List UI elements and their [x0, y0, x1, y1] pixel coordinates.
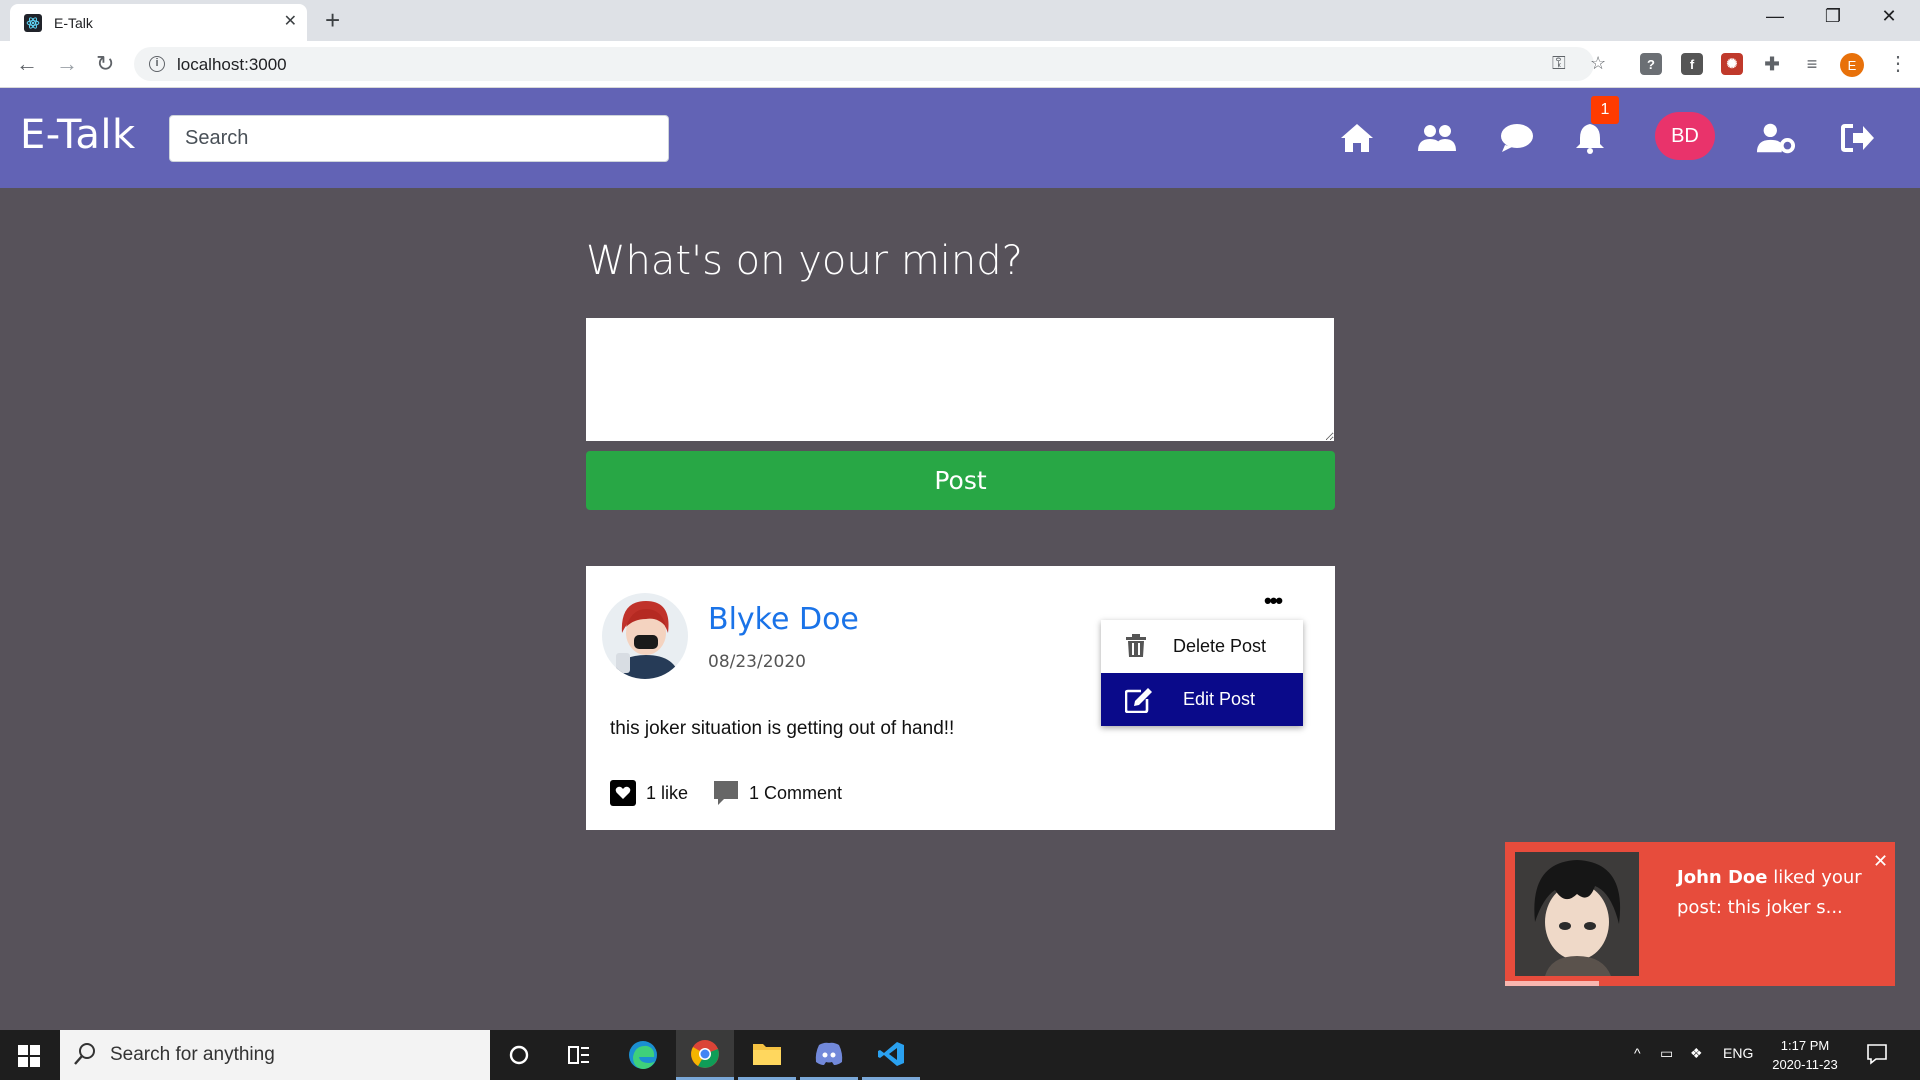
home-icon[interactable]	[1337, 118, 1377, 158]
comment-count[interactable]: 1 Comment	[749, 783, 842, 804]
heart-icon[interactable]	[610, 780, 636, 806]
toast-close-icon[interactable]: ✕	[1873, 851, 1888, 872]
toast-actor: John Doe	[1677, 867, 1768, 888]
like-notification-toast[interactable]: John Doe liked your post: this joker s..…	[1505, 842, 1895, 986]
composer-heading: What's on your mind?	[586, 238, 1023, 284]
taskbar-search-text: Search for anything	[110, 1044, 275, 1065]
notification-count-badge: 1	[1591, 96, 1619, 124]
back-icon[interactable]: ←	[16, 51, 38, 77]
close-window-button[interactable]: ✕	[1866, 6, 1912, 27]
vscode-icon[interactable]	[862, 1030, 920, 1080]
bell-icon[interactable]	[1570, 118, 1610, 158]
new-tab-button[interactable]: +	[325, 7, 340, 33]
windows-taskbar: Search for anything ^ ▭ ❖ ENG 1:17 PM 20…	[0, 1030, 1920, 1080]
battery-icon[interactable]: ▭	[1660, 1045, 1673, 1062]
site-info-icon[interactable]: i	[149, 56, 165, 72]
more-options-icon[interactable]: •••	[1264, 588, 1283, 614]
react-favicon-icon	[24, 14, 42, 32]
browser-tabstrip: E-Talk ✕ + — ❐ ✕	[0, 0, 1920, 41]
toast-message: John Doe liked your post: this joker s..…	[1677, 863, 1865, 923]
user-avatar[interactable]: BD	[1655, 112, 1715, 160]
restore-button[interactable]: ❐	[1810, 6, 1856, 27]
minimize-button[interactable]: —	[1752, 6, 1798, 27]
user-settings-icon[interactable]	[1756, 118, 1796, 158]
clock-time: 1:17 PM	[1780, 1038, 1830, 1053]
facebook-extension-icon[interactable]: f	[1681, 53, 1703, 75]
author-avatar[interactable]	[602, 593, 688, 679]
brand-logo[interactable]: E-Talk	[20, 112, 136, 158]
media-queue-icon[interactable]: ≡	[1801, 53, 1823, 75]
toast-progress-bar	[1505, 981, 1599, 986]
address-bar[interactable]: i localhost:3000 ⚿ ☆	[134, 47, 1606, 81]
browser-menu-icon[interactable]: ⋮	[1888, 51, 1908, 76]
chrome-icon[interactable]	[676, 1030, 734, 1080]
browser-tab[interactable]: E-Talk ✕	[10, 4, 307, 41]
comment-icon[interactable]	[712, 779, 740, 812]
edit-icon	[1124, 687, 1153, 718]
chat-icon[interactable]	[1497, 118, 1537, 158]
post-button[interactable]: Post	[586, 451, 1335, 510]
post-body: this joker situation is getting out of h…	[610, 718, 955, 739]
discord-icon[interactable]	[800, 1030, 858, 1080]
cortana-icon[interactable]	[490, 1030, 548, 1080]
clock-date: 2020-11-23	[1772, 1057, 1838, 1072]
file-explorer-icon[interactable]	[738, 1030, 796, 1080]
taskbar-search[interactable]: Search for anything	[60, 1030, 490, 1080]
key-icon[interactable]: ⚿	[1552, 53, 1566, 74]
app-navbar: E-Talk	[0, 88, 1920, 188]
action-center-icon[interactable]	[1866, 1043, 1888, 1068]
post-date: 08/23/2020	[708, 652, 806, 672]
like-count[interactable]: 1 like	[646, 783, 688, 804]
tab-close-icon[interactable]: ✕	[284, 12, 297, 32]
language-indicator[interactable]: ENG	[1723, 1045, 1753, 1061]
browser-toolbar: ← → ↻ i localhost:3000 ⚿ ☆ ? f ✺ ✚ ≡ E ⋮	[0, 41, 1920, 88]
tab-title: E-Talk	[54, 15, 93, 31]
delete-post-label: Delete Post	[1173, 636, 1267, 656]
tray-chevron-icon[interactable]: ^	[1634, 1045, 1641, 1061]
edge-icon[interactable]	[614, 1030, 672, 1080]
red-extension-icon[interactable]: ✺	[1721, 53, 1743, 75]
taskbar-clock[interactable]: 1:17 PM 2020-11-23	[1760, 1036, 1850, 1074]
task-view-icon[interactable]	[550, 1030, 608, 1080]
profile-avatar[interactable]: E	[1840, 53, 1864, 77]
reload-icon[interactable]: ↻	[96, 51, 114, 77]
bookmark-star-icon[interactable]: ☆	[1590, 53, 1606, 74]
search-input[interactable]	[169, 115, 669, 162]
edit-post-label: Edit Post	[1183, 689, 1256, 709]
delete-post-item[interactable]: Delete Post	[1101, 620, 1303, 673]
search-icon	[74, 1042, 96, 1071]
dropbox-icon[interactable]: ❖	[1690, 1045, 1703, 1062]
logout-icon[interactable]	[1838, 118, 1878, 158]
friends-icon[interactable]	[1417, 118, 1457, 158]
shield-extension-icon[interactable]: ?	[1640, 53, 1662, 75]
forward-icon[interactable]: →	[56, 51, 78, 77]
author-name-link[interactable]: Blyke Doe	[708, 602, 859, 637]
edit-post-item[interactable]: Edit Post	[1101, 673, 1303, 726]
trash-icon	[1125, 634, 1147, 663]
post-textarea[interactable]	[586, 318, 1334, 441]
extensions-puzzle-icon[interactable]: ✚	[1761, 53, 1783, 75]
post-options-menu: Delete Post Edit Post	[1101, 620, 1303, 726]
url-text[interactable]: localhost:3000	[177, 55, 287, 75]
notifier-avatar	[1515, 852, 1639, 976]
windows-start-icon[interactable]	[18, 1045, 40, 1072]
